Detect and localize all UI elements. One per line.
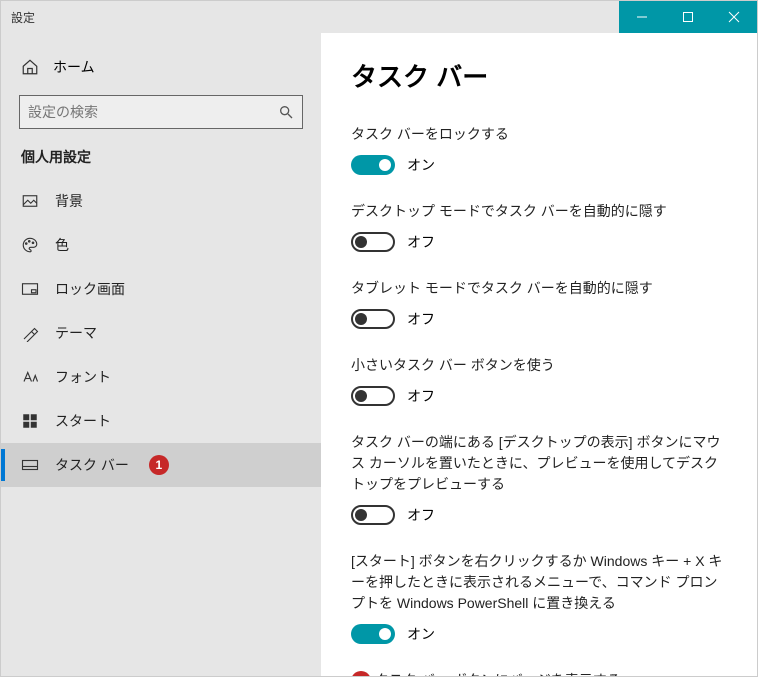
toggle-autohide-tablet[interactable]: [351, 309, 395, 329]
setting-lock-taskbar: タスク バーをロックする オン: [351, 124, 727, 175]
minimize-button[interactable]: [619, 1, 665, 33]
search-input[interactable]: [28, 104, 278, 120]
toggle-powershell-replace[interactable]: [351, 624, 395, 644]
font-icon: [21, 368, 39, 386]
setting-label: [スタート] ボタンを右クリックするか Windows キー + X キーを押し…: [351, 551, 727, 614]
setting-small-buttons: 小さいタスク バー ボタンを使う オフ: [351, 355, 727, 406]
sidebar-item-label: ロック画面: [55, 279, 125, 299]
setting-label-row: 2 タスク バー ボタンにバッジを表示する: [351, 670, 727, 676]
page-title: タスク バー: [351, 57, 727, 94]
toggle-state: オフ: [407, 505, 435, 525]
sidebar-item-start[interactable]: スタート: [1, 399, 321, 443]
toggle-small-buttons[interactable]: [351, 386, 395, 406]
sidebar-item-background[interactable]: 背景: [1, 179, 321, 223]
toggle-lock-taskbar[interactable]: [351, 155, 395, 175]
sidebar-item-lockscreen[interactable]: ロック画面: [1, 267, 321, 311]
sidebar-item-label: 背景: [55, 191, 83, 211]
window-controls: [619, 1, 757, 33]
sidebar-item-label: 色: [55, 235, 69, 255]
setting-autohide-desktop: デスクトップ モードでタスク バーを自動的に隠す オフ: [351, 201, 727, 252]
toggle-state: オフ: [407, 309, 435, 329]
maximize-button[interactable]: [665, 1, 711, 33]
sidebar-item-label: スタート: [55, 411, 111, 431]
picture-icon: [21, 192, 39, 210]
annotation-badge-1: 1: [149, 455, 169, 475]
setting-powershell-replace: [スタート] ボタンを右クリックするか Windows キー + X キーを押し…: [351, 551, 727, 644]
setting-peek-preview: タスク バーの端にある [デスクトップの表示] ボタンにマウス カーソルを置いた…: [351, 432, 727, 525]
main-panel: タスク バー タスク バーをロックする オン デスクトップ モードでタスク バー…: [321, 33, 757, 676]
setting-label: タスク バーをロックする: [351, 124, 727, 145]
setting-autohide-tablet: タブレット モードでタスク バーを自動的に隠す オフ: [351, 278, 727, 329]
lockscreen-icon: [21, 280, 39, 298]
close-button[interactable]: [711, 1, 757, 33]
home-label: ホーム: [53, 57, 95, 77]
setting-label: タスク バー ボタンにバッジを表示する: [375, 670, 621, 676]
search-box[interactable]: [19, 95, 303, 129]
sidebar-item-label: フォント: [55, 367, 111, 387]
toggle-autohide-desktop[interactable]: [351, 232, 395, 252]
sidebar-nav: 背景 色 ロック画面 テーマ フォント スタート: [1, 179, 321, 487]
sidebar-item-fonts[interactable]: フォント: [1, 355, 321, 399]
sidebar-item-label: タスク バー: [55, 455, 129, 475]
sidebar-item-themes[interactable]: テーマ: [1, 311, 321, 355]
window-title: 設定: [1, 1, 619, 33]
sidebar-item-colors[interactable]: 色: [1, 223, 321, 267]
setting-label: タブレット モードでタスク バーを自動的に隠す: [351, 278, 727, 299]
setting-show-badges: 2 タスク バー ボタンにバッジを表示する オフ: [351, 670, 727, 676]
sidebar-section-header: 個人用設定: [1, 147, 321, 179]
start-icon: [21, 412, 39, 430]
setting-label: タスク バーの端にある [デスクトップの表示] ボタンにマウス カーソルを置いた…: [351, 432, 727, 495]
home-icon: [21, 58, 39, 76]
sidebar-item-taskbar[interactable]: タスク バー 1: [1, 443, 321, 487]
toggle-state: オフ: [407, 386, 435, 406]
toggle-state: オン: [407, 624, 435, 644]
sidebar: ホーム 個人用設定 背景 色 ロック画面 テーマ: [1, 33, 321, 676]
theme-icon: [21, 324, 39, 342]
titlebar: 設定: [1, 1, 757, 33]
annotation-badge-2: 2: [351, 671, 371, 677]
palette-icon: [21, 236, 39, 254]
search-icon: [278, 104, 294, 120]
toggle-state: オフ: [407, 232, 435, 252]
taskbar-icon: [21, 456, 39, 474]
setting-label: デスクトップ モードでタスク バーを自動的に隠す: [351, 201, 727, 222]
setting-label: 小さいタスク バー ボタンを使う: [351, 355, 727, 376]
sidebar-item-label: テーマ: [55, 323, 97, 343]
toggle-state: オン: [407, 155, 435, 175]
toggle-peek-preview[interactable]: [351, 505, 395, 525]
home-link[interactable]: ホーム: [1, 47, 321, 87]
